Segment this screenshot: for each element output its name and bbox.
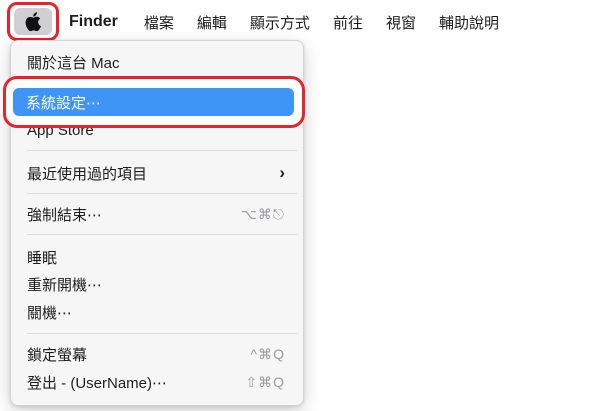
menu-item-system-settings-label: 系統設定⋯ [26, 94, 102, 112]
menubar-finder[interactable]: Finder [69, 13, 118, 31]
lock-screen-shortcut: ^⌘Q [250, 345, 285, 362]
apple-menu-button[interactable] [14, 8, 52, 35]
menu-bar: Finder 檔案 編輯 顯示方式 前往 視窗 輔助說明 [0, 0, 600, 44]
menu-item-shutdown-label: 關機⋯ [27, 304, 73, 322]
menu-item-sleep-label: 睡眠 [27, 249, 58, 267]
menu-item-logout-label: 登出 - (UserName)⋯ [27, 374, 168, 392]
menu-item-lock-screen-label: 鎖定螢幕 [27, 346, 88, 364]
menu-item-restart-label: 重新開機⋯ [27, 276, 103, 294]
menu-separator [27, 333, 297, 334]
menubar-go[interactable]: 前往 [333, 12, 363, 33]
menu-item-system-settings[interactable]: 系統設定⋯ [13, 88, 294, 116]
menu-item-recent-items[interactable]: 最近使用過的項目 › [17, 160, 297, 186]
logout-shortcut: ⇧⌘Q [245, 373, 285, 390]
menubar-file[interactable]: 檔案 [144, 12, 174, 33]
menu-separator [27, 150, 297, 151]
menu-item-sleep[interactable]: 睡眠 [17, 244, 297, 270]
menu-separator [27, 193, 297, 194]
apple-logo-icon [25, 12, 41, 31]
chevron-right-icon: › [279, 163, 285, 182]
menu-item-logout[interactable]: 登出 - (UserName)⋯ ⇧⌘Q [17, 369, 297, 395]
force-quit-shortcut: ⌥⌘⎋ [240, 205, 285, 222]
menu-item-force-quit-label: 強制結束⋯ [27, 206, 103, 224]
menubar-view[interactable]: 顯示方式 [250, 12, 310, 33]
menubar-window[interactable]: 視窗 [386, 12, 416, 33]
menu-item-restart[interactable]: 重新開機⋯ [17, 271, 297, 297]
menu-item-force-quit[interactable]: 強制結束⋯ ⌥⌘⎋ [17, 201, 297, 227]
menu-item-lock-screen[interactable]: 鎖定螢幕 ^⌘Q [17, 341, 297, 367]
menu-item-shutdown[interactable]: 關機⋯ [17, 299, 297, 325]
apple-menu-highlight-ring [7, 2, 59, 41]
menubar-help[interactable]: 輔助說明 [439, 12, 499, 33]
menu-item-about-label: 關於這台 Mac [27, 54, 120, 72]
menubar-edit[interactable]: 編輯 [197, 12, 227, 33]
menu-item-about[interactable]: 關於這台 Mac [17, 49, 297, 75]
menu-item-recent-items-label: 最近使用過的項目 [27, 165, 148, 183]
menu-separator [27, 234, 297, 235]
